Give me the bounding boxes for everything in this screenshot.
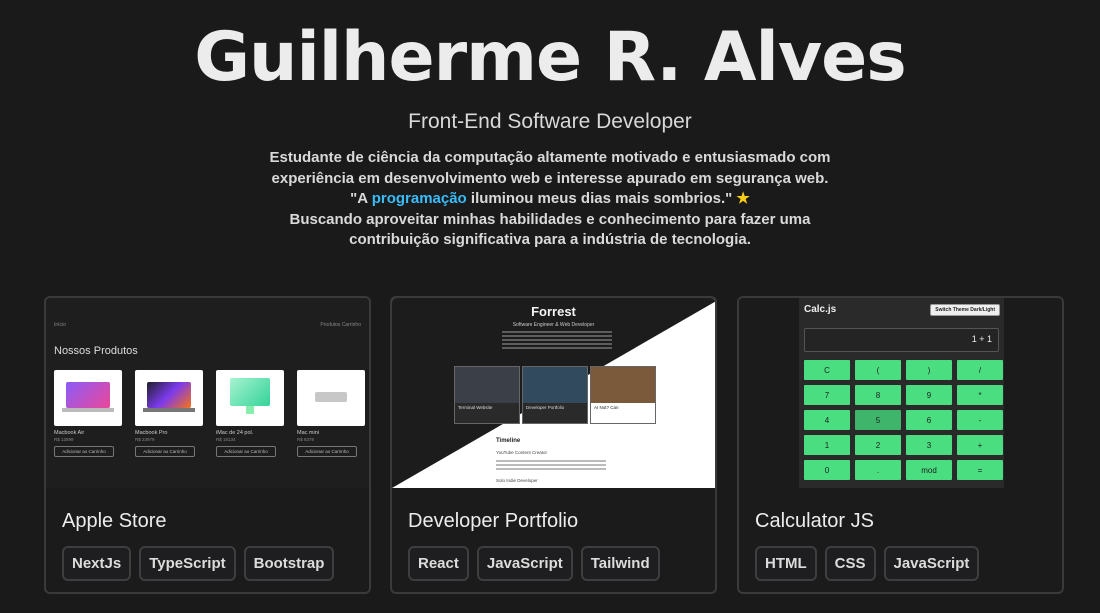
calc-display: 1 + 1 (804, 328, 999, 352)
quote-open: "A (350, 190, 372, 207)
macbook-pro-image (135, 370, 203, 426)
calc-title: Calc.js (804, 304, 837, 315)
calc-key: 4 (804, 410, 850, 430)
tech-tag: Bootstrap (243, 546, 335, 581)
calc-key: 6 (906, 410, 952, 430)
calc-keypad: C ( ) / 7 8 9 * 4 5 6 - 1 2 3 + 0 . mod … (804, 360, 1003, 480)
calc-key: 7 (804, 385, 850, 405)
macbook-air-image (54, 370, 122, 426)
preview-project-card: Terminal Website (454, 366, 520, 424)
product-name: iMac de 24 pol. (216, 430, 254, 436)
add-to-cart-button: Adicionar ao Carrinho (216, 446, 276, 457)
add-to-cart-button: Adicionar ao Carrinho (54, 446, 114, 457)
project-thumbnail[interactable]: Forrest Software Engineer & Web Develope… (392, 298, 715, 488)
calc-key: - (957, 410, 1003, 430)
preview-bio-text (502, 331, 612, 351)
calc-key: 5 (855, 410, 901, 430)
tech-tag: JavaScript (883, 546, 980, 581)
product-name: Mac mini (297, 430, 320, 436)
preview-timeline-heading: Timeline (496, 438, 521, 444)
tech-tags: React JavaScript Tailwind (408, 546, 660, 581)
product-card: Mac mini R$ 8378 Adicionar ao Carrinho (297, 370, 365, 457)
project-thumbnail[interactable]: Início Produtos Carrinho Nossos Produtos… (46, 298, 369, 488)
preview-timeline-item: YouTube Content Creator (496, 450, 547, 455)
project-title: Developer Portfolio (408, 510, 579, 532)
calc-key: = (957, 460, 1003, 480)
calc-key: . (855, 460, 901, 480)
preview-project-card: Developer Portfolio (522, 366, 588, 424)
calc-key: 1 (804, 435, 850, 455)
tech-tag: NextJs (62, 546, 132, 581)
add-to-cart-button: Adicionar ao Carrinho (297, 446, 357, 457)
tech-tag: Tailwind (580, 546, 660, 581)
preview-navbar: Início Produtos Carrinho (46, 320, 369, 330)
preview-role: Software Engineer & Web Developer (512, 322, 595, 328)
tech-tag: TypeScript (139, 546, 236, 581)
project-card-developer-portfolio[interactable]: Forrest Software Engineer & Web Develope… (390, 296, 717, 594)
hero-name: Guilherme R. Alves (194, 18, 907, 97)
mac-mini-image (297, 370, 365, 426)
preview-project-card: AI Not? Can (590, 366, 656, 424)
product-price: R$ 12599 (54, 437, 74, 442)
product-price: R$ 23979 (135, 437, 155, 442)
tech-tag: HTML (755, 546, 817, 581)
calc-key: / (957, 360, 1003, 380)
calc-key: * (957, 385, 1003, 405)
tech-tag: JavaScript (476, 546, 573, 581)
project-card-calculator-js[interactable]: Calc.js Switch Theme Dark/Light 1 + 1 C … (737, 296, 1064, 594)
project-title: Apple Store (62, 510, 167, 532)
project-title: Calculator JS (755, 510, 874, 532)
bio-goal: Buscando aproveitar minhas habilidades e… (289, 210, 811, 249)
theme-switch-button: Switch Theme Dark/Light (930, 304, 1000, 316)
imac-image (216, 370, 284, 426)
calc-key: + (957, 435, 1003, 455)
calc-key: 3 (906, 435, 952, 455)
product-price: R$ 8378 (297, 437, 315, 442)
tech-tags: HTML CSS JavaScript (755, 546, 980, 581)
calc-key: 2 (855, 435, 901, 455)
product-card: Macbook Air R$ 12599 Adicionar ao Carrin… (54, 370, 122, 457)
quote-highlight: programação (371, 190, 467, 207)
calc-key: ) (906, 360, 952, 380)
bio-intro: Estudante de ciência da computação altam… (269, 149, 831, 187)
product-price: R$ 18134 (216, 437, 236, 442)
product-card: iMac de 24 pol. R$ 18134 Adicionar ao Ca… (216, 370, 284, 457)
preview-heading: Nossos Produtos (54, 345, 138, 357)
hero-subtitle: Front-End Software Developer (408, 110, 692, 133)
bio-quote: "A programação iluminou meus dias mais s… (250, 189, 850, 210)
product-name: Macbook Air (54, 430, 85, 436)
quote-rest: iluminou meus dias mais sombrios." (466, 190, 733, 207)
tech-tag: CSS (824, 546, 876, 581)
bio: Estudante de ciência da computação altam… (250, 148, 850, 251)
product-name: Macbook Pro (135, 430, 168, 436)
calc-key: 8 (855, 385, 901, 405)
preview-timeline-item: Solo Indie Developer (496, 478, 538, 483)
project-thumbnail[interactable]: Calc.js Switch Theme Dark/Light 1 + 1 C … (739, 298, 1062, 488)
project-card-apple-store[interactable]: Início Produtos Carrinho Nossos Produtos… (44, 296, 371, 594)
star-icon: ★ (736, 190, 750, 207)
calc-key: 0 (804, 460, 850, 480)
product-card: Macbook Pro R$ 23979 Adicionar ao Carrin… (135, 370, 203, 457)
tech-tag: React (408, 546, 469, 581)
calc-key: C (804, 360, 850, 380)
calc-preview: Calc.js Switch Theme Dark/Light 1 + 1 C … (799, 298, 1004, 488)
add-to-cart-button: Adicionar ao Carrinho (135, 446, 195, 457)
calc-key: 9 (906, 385, 952, 405)
nav-home-link: Início (54, 322, 66, 328)
tech-tags: NextJs TypeScript Bootstrap (62, 546, 335, 581)
preview-name: Forrest (531, 304, 576, 319)
calc-key: mod (906, 460, 952, 480)
nav-right-links: Produtos Carrinho (320, 322, 361, 328)
calc-key: ( (855, 360, 901, 380)
